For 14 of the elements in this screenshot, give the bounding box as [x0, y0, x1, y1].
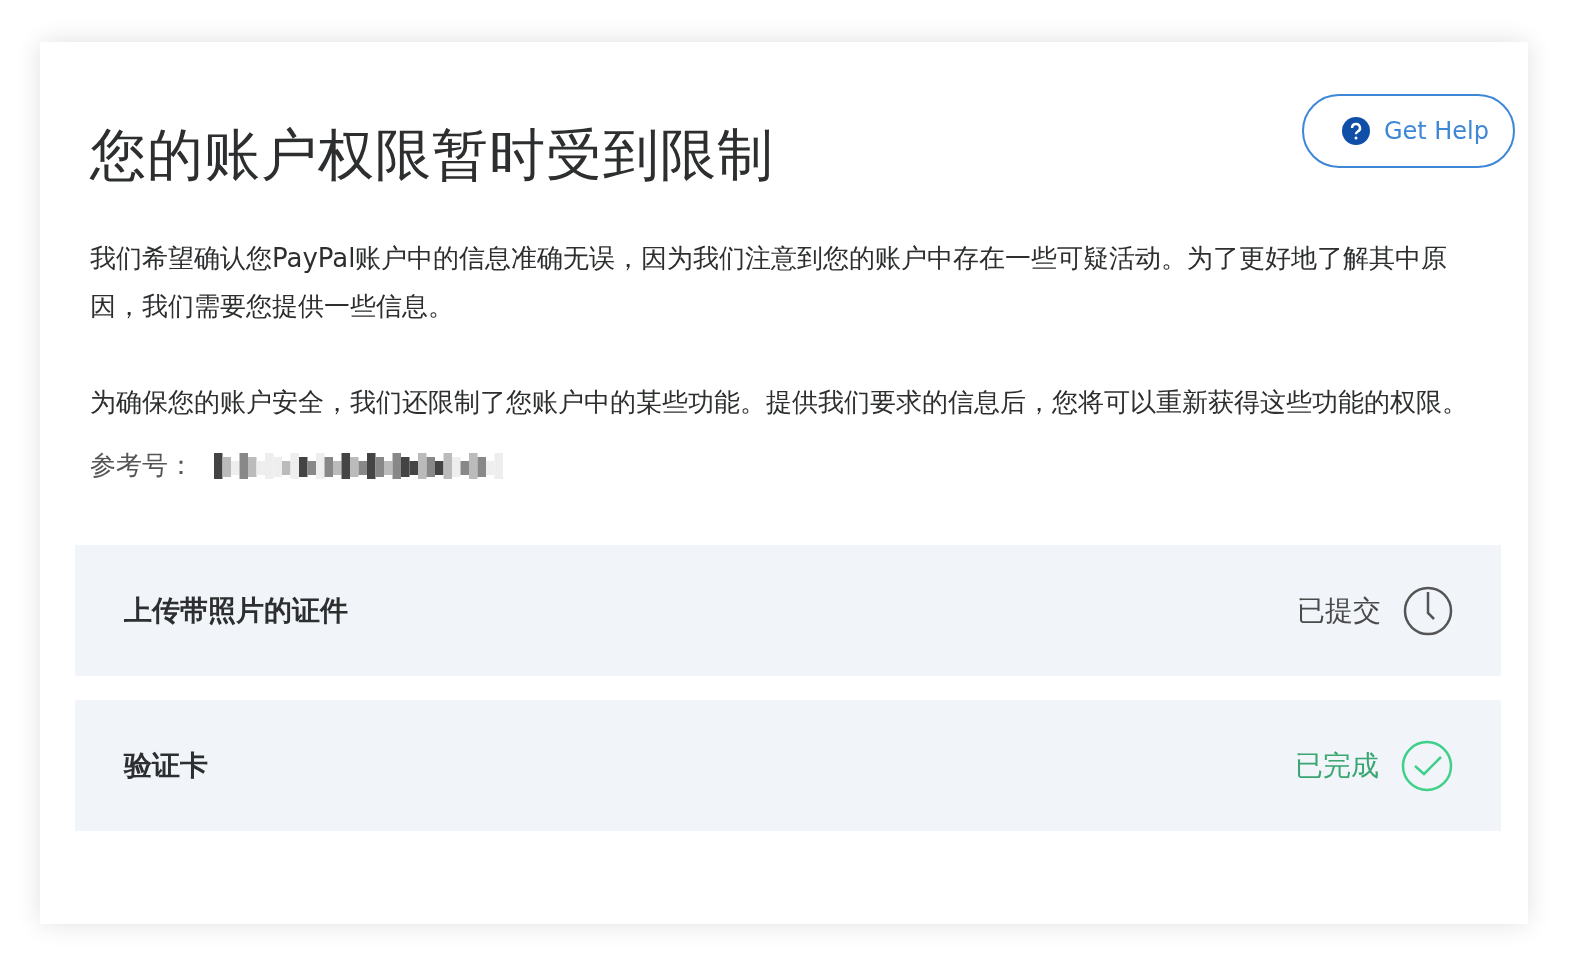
task-row[interactable]: 验证卡 已完成: [75, 700, 1501, 831]
message-paragraph: 为确保您的账户安全，我们还限制了您账户中的某些功能。提供我们要求的信息后，您将可以重新获得这些功能的权限。: [90, 386, 1469, 419]
clock-icon: [1403, 585, 1453, 636]
task-status: 已提交: [1297, 592, 1381, 629]
task-label: 上传带照片的证件: [124, 592, 348, 629]
get-help-button[interactable]: Get Help: [1301, 94, 1515, 168]
page-title: 您的账户权限暂时受到限制: [90, 121, 774, 189]
question-icon: [1341, 117, 1370, 145]
check-circle-icon: [1401, 739, 1453, 792]
task-status: 已完成: [1295, 747, 1379, 784]
message-paragraph: 我们希望确认您PayPal账户中的信息准确无误，因为我们注意到您的账户中存在一些可疑活动。为了更好地了解其中原因，我们需要您提供一些信息。: [90, 242, 1449, 323]
task-label: 验证卡: [124, 747, 208, 784]
task-row[interactable]: 上传带照片的证件 已提交: [75, 545, 1501, 676]
reference-label: 参考号：: [90, 449, 194, 482]
